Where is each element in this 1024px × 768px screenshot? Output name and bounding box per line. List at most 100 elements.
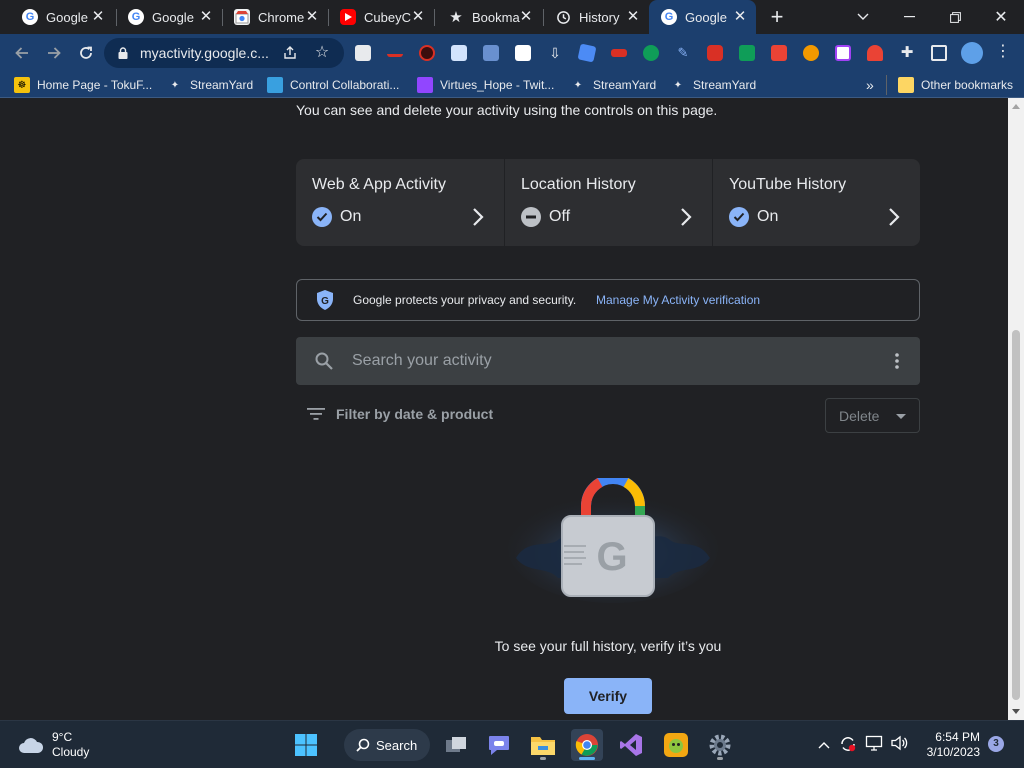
manage-verification-link[interactable]: Manage My Activity verification bbox=[596, 293, 760, 307]
bookmark-item[interactable]: ✦ StreamYard bbox=[570, 76, 656, 94]
url-text[interactable]: myactivity.google.c... bbox=[140, 45, 269, 61]
extension-calendar-icon[interactable] bbox=[515, 45, 531, 61]
bookmark-item[interactable]: Control Collaborati... bbox=[267, 76, 399, 94]
google-g-icon: G bbox=[22, 9, 38, 25]
filter-by-date-product-button[interactable]: Filter by date & product bbox=[306, 406, 493, 422]
taskbar-settings[interactable] bbox=[704, 729, 736, 761]
delete-dropdown[interactable]: Delete bbox=[825, 398, 920, 433]
page-scrollbar[interactable] bbox=[1008, 98, 1024, 720]
forward-button[interactable] bbox=[41, 40, 67, 66]
bookmark-label: Control Collaborati... bbox=[290, 78, 400, 92]
taskbar-game-app[interactable] bbox=[660, 729, 692, 761]
extension-roblox-icon[interactable] bbox=[355, 45, 371, 61]
taskbar-search-button[interactable]: Search bbox=[344, 729, 430, 761]
extension-red-bar-icon[interactable] bbox=[611, 49, 627, 57]
tab-history[interactable]: History ✕ bbox=[543, 0, 649, 34]
new-tab-button[interactable]: + bbox=[766, 6, 788, 29]
monitor-icon bbox=[267, 77, 283, 93]
more-options-icon[interactable] bbox=[892, 351, 902, 371]
search-input[interactable] bbox=[352, 349, 852, 373]
verify-button[interactable]: Verify bbox=[564, 678, 652, 714]
bookmark-item[interactable]: ☸ Home Page - TokuF... bbox=[14, 76, 152, 94]
task-view-button[interactable] bbox=[440, 729, 472, 761]
control-card-web-app-activity[interactable]: Web & App Activity On bbox=[296, 159, 504, 246]
tab-google-1[interactable]: G Google ✕ bbox=[10, 0, 114, 34]
tab-title: Google bbox=[685, 9, 727, 25]
extension-doc-icon[interactable] bbox=[451, 45, 467, 61]
bookmark-item[interactable]: Virtues_Hope - Twit... bbox=[417, 76, 554, 94]
bookmark-item[interactable]: ✦ StreamYard bbox=[167, 76, 253, 94]
taskbar-visual-studio[interactable] bbox=[615, 729, 647, 761]
close-icon[interactable]: ✕ bbox=[90, 9, 106, 25]
taskbar-file-explorer[interactable] bbox=[527, 729, 559, 761]
taskbar-chrome[interactable] bbox=[571, 729, 603, 761]
scroll-up-arrow-icon[interactable] bbox=[1012, 104, 1020, 109]
volume-icon[interactable] bbox=[890, 735, 910, 755]
control-card-location-history[interactable]: Location History Off bbox=[504, 159, 712, 246]
extension-dollar-icon[interactable] bbox=[739, 45, 755, 61]
bookmark-label: StreamYard bbox=[693, 78, 757, 92]
svg-text:G: G bbox=[321, 296, 329, 307]
extension-pinterest-icon[interactable] bbox=[771, 45, 787, 61]
reload-button[interactable] bbox=[73, 40, 99, 66]
close-icon[interactable]: ✕ bbox=[304, 9, 320, 25]
scrollbar-thumb[interactable] bbox=[1012, 330, 1020, 700]
control-status-text: Off bbox=[549, 208, 571, 225]
extension-record-icon[interactable] bbox=[419, 45, 435, 61]
tab-search-button[interactable] bbox=[840, 0, 886, 34]
tab-google-active[interactable]: G Google ✕ bbox=[649, 0, 756, 34]
extension-green-circle-icon[interactable] bbox=[643, 45, 659, 61]
network-icon[interactable] bbox=[864, 735, 884, 755]
scroll-down-arrow-icon[interactable] bbox=[1012, 709, 1020, 714]
profile-avatar[interactable] bbox=[961, 42, 983, 64]
weather-widget[interactable]: 9°C Cloudy bbox=[18, 730, 89, 760]
share-icon[interactable] bbox=[280, 43, 300, 63]
taskbar-teams-chat[interactable] bbox=[483, 729, 515, 761]
close-window-button[interactable]: ✕ bbox=[978, 0, 1024, 34]
minimize-button[interactable] bbox=[886, 0, 932, 34]
bookmarks-overflow-button[interactable]: » bbox=[866, 76, 874, 94]
show-hidden-icons-button[interactable] bbox=[814, 735, 834, 755]
sync-status-icon[interactable] bbox=[838, 735, 858, 755]
menu-kebab-icon[interactable]: ⋮ bbox=[995, 44, 1011, 60]
extension-blue-icon[interactable] bbox=[577, 43, 597, 63]
extension-heart-icon[interactable] bbox=[867, 45, 883, 61]
clock-date: 3/10/2023 bbox=[926, 745, 980, 759]
arrow-left-icon bbox=[15, 47, 28, 59]
other-bookmarks-folder[interactable]: Other bookmarks bbox=[898, 76, 1013, 94]
lock-icon[interactable] bbox=[118, 47, 128, 59]
bookmark-star-icon[interactable]: ☆ bbox=[312, 43, 332, 63]
system-clock[interactable]: 6:54 PM 3/10/2023 bbox=[918, 730, 980, 760]
start-button[interactable] bbox=[290, 729, 322, 761]
intro-text: You can see and delete your activity usi… bbox=[296, 102, 718, 118]
close-icon[interactable]: ✕ bbox=[625, 9, 641, 25]
delete-label: Delete bbox=[839, 407, 880, 424]
back-button[interactable] bbox=[9, 40, 35, 66]
address-bar[interactable]: myactivity.google.c... ☆ bbox=[104, 38, 344, 68]
extension-red-square-icon[interactable] bbox=[707, 45, 723, 61]
close-icon[interactable]: ✕ bbox=[410, 9, 426, 25]
restore-button[interactable] bbox=[932, 0, 978, 34]
tab-bookmarks[interactable]: ★ Bookma ✕ bbox=[436, 0, 542, 34]
extension-red-icon[interactable] bbox=[387, 45, 403, 57]
close-icon[interactable]: ✕ bbox=[518, 9, 534, 25]
bookmark-item[interactable]: ✦ StreamYard bbox=[670, 76, 756, 94]
close-icon[interactable]: ✕ bbox=[198, 9, 214, 25]
extension-purple-icon[interactable] bbox=[835, 45, 851, 61]
extensions-puzzle-icon[interactable]: ✚ bbox=[899, 45, 915, 61]
extension-orange-icon[interactable] bbox=[803, 45, 819, 61]
tab-google-2[interactable]: G Google ✕ bbox=[116, 0, 222, 34]
extension-id-icon[interactable] bbox=[483, 45, 499, 61]
close-icon[interactable]: ✕ bbox=[732, 9, 748, 25]
side-panel-icon[interactable] bbox=[931, 45, 947, 61]
extension-pen-icon[interactable]: ✎ bbox=[675, 45, 691, 61]
tab-chrome-web-store[interactable]: Chrome ✕ bbox=[222, 0, 328, 34]
search-icon[interactable] bbox=[314, 351, 334, 371]
game-app-icon bbox=[664, 733, 688, 757]
tab-youtube[interactable]: CubeyC ✕ bbox=[328, 0, 434, 34]
control-card-youtube-history[interactable]: YouTube History On bbox=[712, 159, 920, 246]
notification-badge[interactable]: 3 bbox=[988, 736, 1004, 752]
extension-download-icon[interactable]: ⇩ bbox=[547, 45, 563, 61]
privacy-banner: G Google protects your privacy and secur… bbox=[296, 279, 920, 321]
windows-logo-icon bbox=[295, 734, 317, 756]
